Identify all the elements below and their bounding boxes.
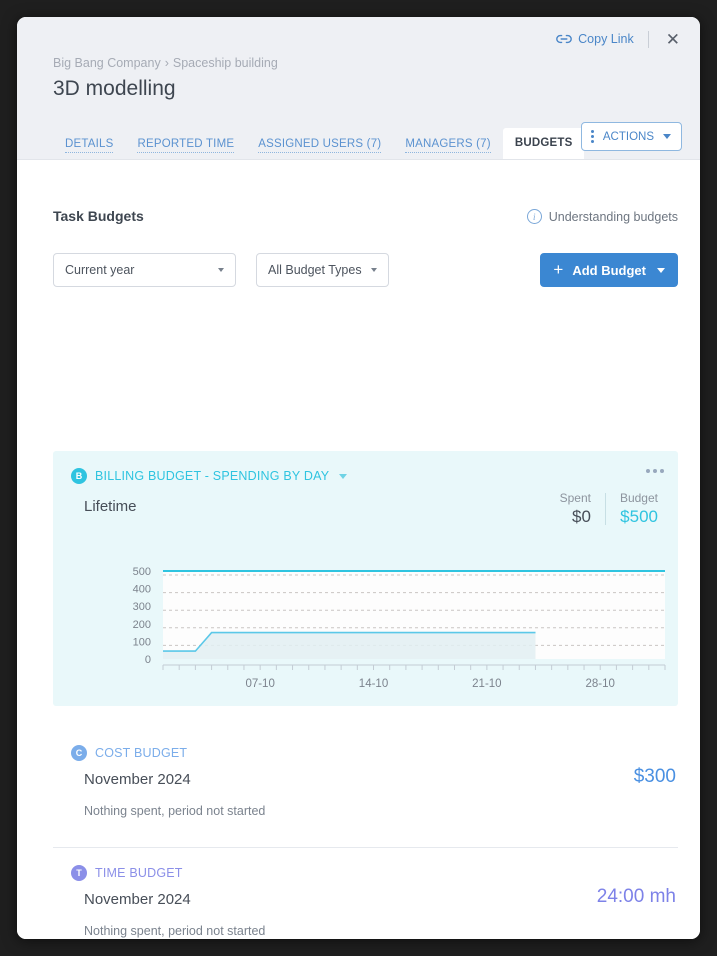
breadcrumb-company[interactable]: Big Bang Company [53,56,161,70]
tab-details-label: DETAILS [65,138,114,150]
breadcrumb-separator: › [164,56,169,70]
tab-budgets[interactable]: BUDGETS [502,128,585,159]
cost-budget-title: COST BUDGET [95,746,188,760]
svg-text:28-10: 28-10 [586,678,615,690]
chevron-down-icon [663,134,671,139]
time-budget-amount: 24:00 mh [596,886,676,907]
add-budget-button[interactable]: + Add Budget [540,253,678,287]
svg-text:100: 100 [133,636,151,648]
svg-text:07-10: 07-10 [245,678,274,690]
chevron-down-icon [370,268,377,272]
budget-type-select[interactable]: All Budget Types [256,253,389,287]
svg-text:500: 500 [133,566,151,578]
copy-link-label: Copy Link [578,32,634,46]
svg-text:21-10: 21-10 [472,678,501,690]
chevron-down-icon [339,473,348,479]
modal-topbar: Copy Link ✕ [556,26,684,52]
spent-value: $0 [572,507,591,526]
billing-budget-badge-icon: B [71,468,87,484]
tab-reported-time[interactable]: REPORTED TIME [125,130,246,159]
billing-budget-total: Budget $500 [606,491,660,527]
billing-budget-card: B BILLING BUDGET - SPENDING BY DAY Lifet… [53,451,678,706]
svg-text:0: 0 [145,654,151,666]
task-detail-modal: Copy Link ✕ Big Bang Company › Spaceship b… [17,17,700,939]
actions-button-label: ACTIONS [602,130,654,143]
plus-icon: + [553,259,564,279]
tab-assigned-users-label: ASSIGNED USERS (7) [258,138,382,150]
tab-managers-label: MANAGERS (7) [405,138,491,150]
breadcrumb: Big Bang Company › Spaceship building [53,56,278,70]
tab-underline [137,151,235,153]
billing-budget-period: Lifetime [84,498,137,515]
info-icon: i [526,209,542,224]
spent-label: Spent [559,491,591,505]
time-budget-badge-icon: T [71,865,87,881]
spending-chart-svg: 0 100 200 300 400 500 07-10 14-10 21-10 28-10 [133,566,666,690]
time-budget-period: November 2024 [84,891,191,908]
period-select-value: Current year [65,263,135,277]
cost-budget-period: November 2024 [84,771,191,788]
spending-chart: 0 100 200 300 400 500 07-10 14-10 21-10 28-10 [53,561,678,701]
time-budget-row[interactable]: T TIME BUDGET November 2024 Nothing spen… [53,848,678,939]
time-budget-title: TIME BUDGET [95,866,183,880]
time-budget-title-row: T TIME BUDGET [71,865,183,881]
billing-budget-title-row[interactable]: B BILLING BUDGET - SPENDING BY DAY [71,468,348,484]
actions-button[interactable]: ACTIONS [580,122,682,151]
tab-managers[interactable]: MANAGERS (7) [393,130,502,159]
screen: Copy Link ✕ Big Bang Company › Spaceship b… [0,0,717,956]
add-budget-label: Add Budget [572,262,646,278]
breadcrumb-project[interactable]: Spaceship building [173,56,278,70]
page-title: 3D modelling [53,77,176,100]
tab-underline [258,151,382,153]
understanding-budgets-label: Understanding budgets [548,209,678,224]
tab-underline [405,151,491,153]
cost-budget-badge-icon: C [71,745,87,761]
cost-budget-note: Nothing spent, period not started [84,804,266,818]
link-icon [556,33,572,45]
modal-body: Task Budgets i Understanding budgets Cur… [17,160,700,939]
cost-budget-title-row: C COST BUDGET [71,745,187,761]
billing-budget-title: BILLING BUDGET - SPENDING BY DAY [95,469,330,483]
tab-reported-time-label: REPORTED TIME [137,138,235,150]
tab-budgets-label: BUDGETS [514,137,573,149]
period-select[interactable]: Current year [53,253,236,287]
budgets-toolbar: Current year All Budget Types + Add Budg… [53,253,678,289]
tab-details[interactable]: DETAILS [53,130,125,159]
understanding-budgets-link[interactable]: i Understanding budgets [526,209,678,224]
svg-text:400: 400 [133,584,151,596]
svg-text:14-10: 14-10 [359,678,388,690]
time-budget-note: Nothing spent, period not started [84,924,266,938]
svg-text:300: 300 [133,601,151,613]
budget-label: Budget [619,491,658,505]
chevron-down-icon [657,267,665,273]
budget-type-select-value: All Budget Types [268,263,362,277]
topbar-divider [647,30,649,48]
tab-bar: DETAILS REPORTED TIME ASSIGNED USERS (7)… [53,128,585,159]
cost-budget-row[interactable]: C COST BUDGET November 2024 Nothing spen… [53,728,678,848]
tab-assigned-users[interactable]: ASSIGNED USERS (7) [246,130,393,159]
close-icon[interactable]: ✕ [662,29,684,50]
billing-budget-stats: Spent $0 Budget $500 [546,491,660,527]
cost-budget-amount: $300 [633,766,676,787]
section-title: Task Budgets [53,208,144,224]
budget-value: $500 [620,507,658,526]
billing-budget-spent: Spent $0 [546,491,605,527]
billing-budget-menu-button[interactable] [646,469,664,473]
modal-header: Copy Link ✕ Big Bang Company › Spaceship b… [17,17,700,160]
tab-underline [65,151,114,153]
kebab-vertical-icon [590,130,594,143]
copy-link-button[interactable]: Copy Link [556,32,634,46]
svg-text:200: 200 [133,619,151,631]
chevron-down-icon [218,268,224,272]
